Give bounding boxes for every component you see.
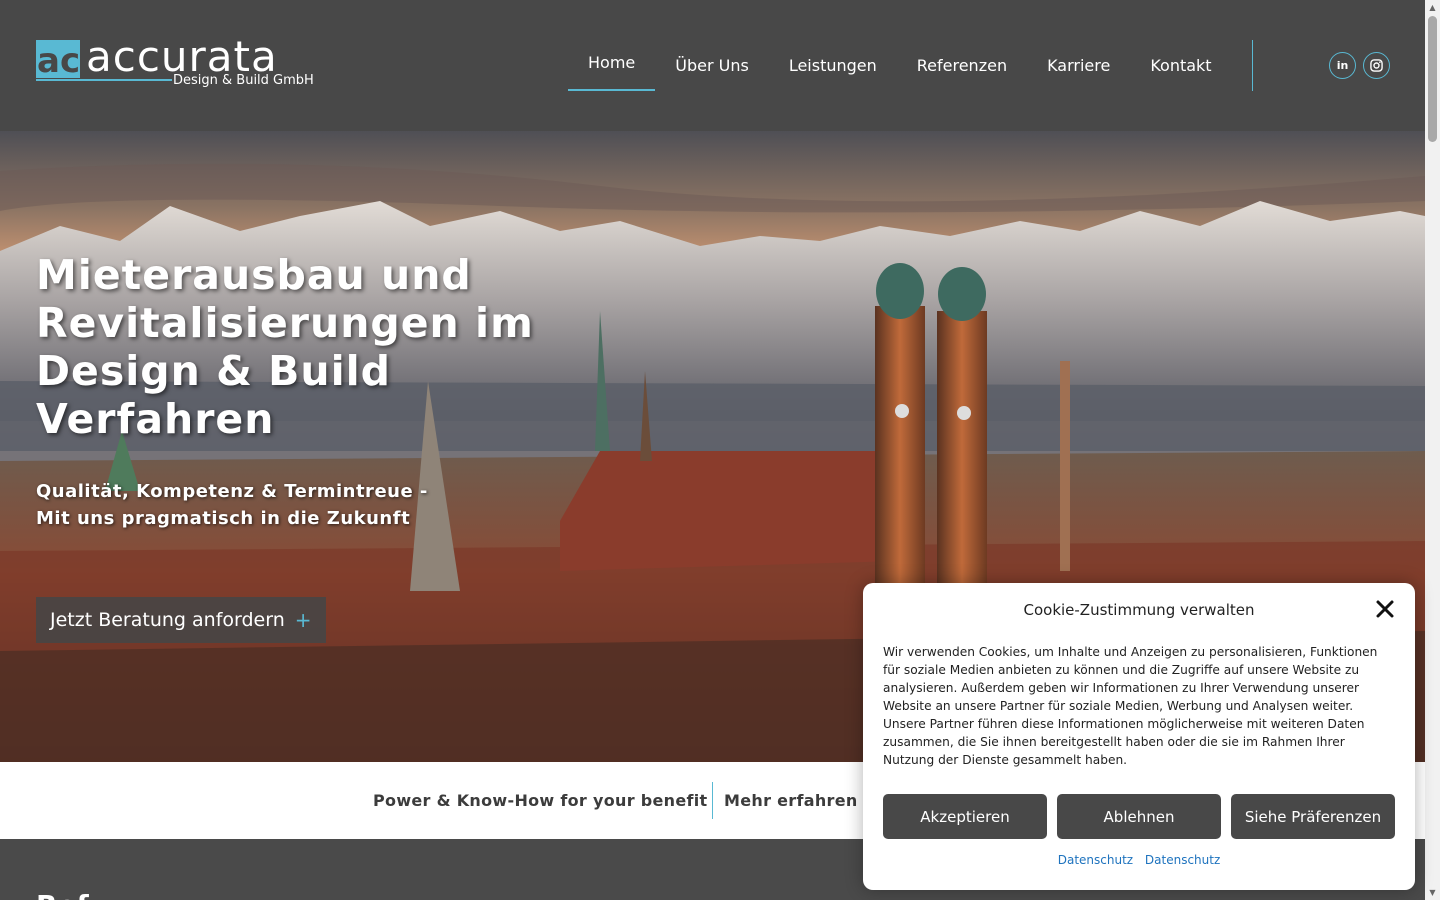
logo-mark-icon: ac <box>36 40 80 78</box>
decline-cookies-button[interactable]: Ablehnen <box>1057 794 1221 839</box>
instagram-icon[interactable] <box>1363 52 1390 79</box>
view-preferences-button[interactable]: Siehe Präferenzen <box>1231 794 1395 839</box>
scroll-down-icon[interactable]: ▼ <box>1425 885 1440 900</box>
nav-item-kontakt[interactable]: Kontakt <box>1130 40 1231 91</box>
scroll-thumb[interactable] <box>1428 16 1437 142</box>
references-heading: Ref <box>36 889 89 900</box>
band-divider <box>712 782 713 819</box>
svg-text:ac: ac <box>37 41 80 78</box>
privacy-link[interactable]: Datenschutz <box>1058 853 1133 867</box>
scroll-up-icon[interactable]: ▲ <box>1425 0 1440 15</box>
close-icon[interactable] <box>1374 598 1396 620</box>
accept-cookies-button[interactable]: Akzeptieren <box>883 794 1047 839</box>
nav-item-leistungen[interactable]: Leistungen <box>769 40 897 91</box>
logo[interactable]: ac accurata Design & Build GmbH <box>36 32 316 92</box>
learn-more-link[interactable]: Mehr erfahren <box>724 791 858 810</box>
cookie-links: Datenschutz Datenschutz <box>863 853 1415 867</box>
request-consultation-button[interactable]: Jetzt Beratung anfordern + <box>36 597 326 643</box>
site-header: ac accurata Design & Build GmbH Home Übe… <box>0 0 1425 131</box>
cookie-title: Cookie-Zustimmung verwalten <box>1023 601 1255 619</box>
page-scrollbar[interactable]: ▲ ▼ <box>1425 0 1440 900</box>
nav-divider <box>1252 40 1253 91</box>
hero-subtitle: Qualität, Kompetenz & Termintreue - Mit … <box>36 481 428 529</box>
nav-item-home[interactable]: Home <box>568 40 656 91</box>
cookie-consent-dialog: Cookie-Zustimmung verwalten Wir verwende… <box>863 583 1415 890</box>
hero-title: Mieterausbau und Revitalisierungen im De… <box>36 251 534 443</box>
nav-item-referenzen[interactable]: Referenzen <box>897 40 1027 91</box>
linkedin-icon[interactable]: in <box>1329 52 1356 79</box>
request-consultation-label: Jetzt Beratung anfordern <box>50 609 285 631</box>
nav-item-ueber-uns[interactable]: Über Uns <box>655 40 769 91</box>
logo-subtitle: Design & Build GmbH <box>173 73 314 88</box>
plus-icon: + <box>294 608 312 632</box>
privacy-link-2[interactable]: Datenschutz <box>1145 853 1220 867</box>
benefit-text: Power & Know-How for your benefit <box>373 791 708 810</box>
logo-underline <box>36 79 172 81</box>
main-nav: Home Über Uns Leistungen Referenzen Karr… <box>568 40 1232 91</box>
nav-item-karriere[interactable]: Karriere <box>1027 40 1130 91</box>
cookie-description: Wir verwenden Cookies, um Inhalte und An… <box>883 645 1378 767</box>
